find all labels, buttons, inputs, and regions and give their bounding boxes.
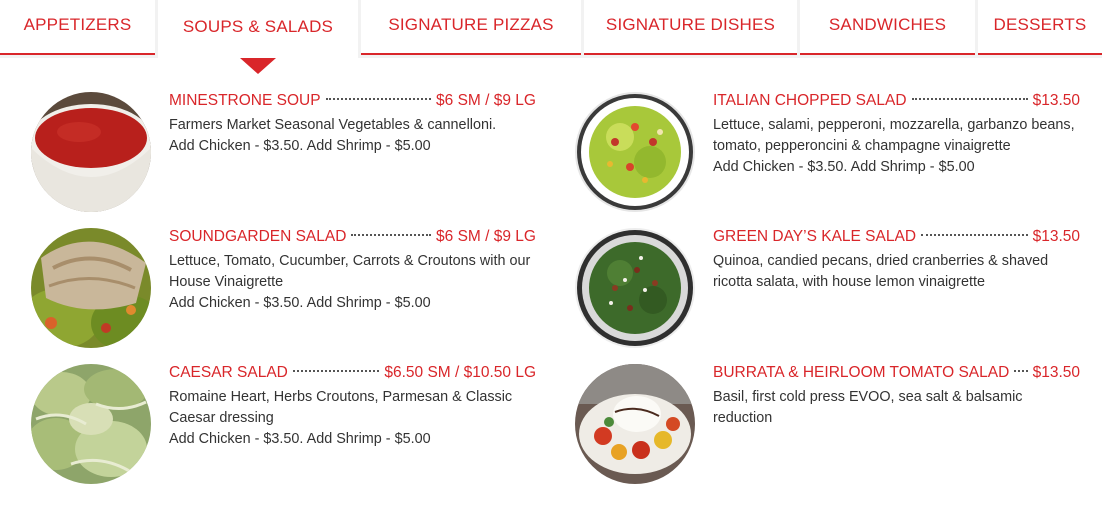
- dotted-leader: [1014, 370, 1028, 372]
- caesar-salad-photo: [31, 364, 151, 484]
- menu-item-info: SOUNDGARDEN SALAD $6 SM / $9 LG Lettuce,…: [169, 228, 536, 314]
- tab-desserts[interactable]: DESSERTS: [978, 0, 1102, 55]
- menu-item-info: BURRATA & HEIRLOOM TOMATO SALAD $13.50 B…: [713, 364, 1080, 429]
- menu-column-left: MINESTRONE SOUP $6 SM / $9 LG Farmers Ma…: [31, 92, 536, 500]
- item-description: Quinoa, candied pecans, dried cranberrie…: [713, 253, 1049, 290]
- item-description: Romaine Heart, Herbs Croutons, Parmesan …: [169, 389, 513, 426]
- tab-label: SIGNATURE PIZZAS: [388, 14, 554, 34]
- tab-sandwiches[interactable]: SANDWICHES: [800, 0, 975, 55]
- menu-item-info: CAESAR SALAD $6.50 SM / $10.50 LG Romain…: [169, 364, 536, 450]
- item-price: $13.50: [1032, 364, 1080, 381]
- soundgarden-salad-photo: [31, 228, 151, 348]
- menu-item: ITALIAN CHOPPED SALAD $13.50 Lettuce, sa…: [575, 92, 1080, 228]
- menu-item: CAESAR SALAD $6.50 SM / $10.50 LG Romain…: [31, 364, 536, 500]
- item-price: $6 SM / $9 LG: [436, 228, 536, 245]
- item-name: MINESTRONE SOUP: [169, 92, 321, 109]
- tab-label: SIGNATURE DISHES: [605, 14, 776, 34]
- item-name: ITALIAN CHOPPED SALAD: [713, 92, 907, 109]
- italian-chopped-salad-photo: [575, 92, 695, 212]
- kale-salad-photo: [575, 228, 695, 348]
- item-name: SOUNDGARDEN SALAD: [169, 228, 347, 245]
- burrata-salad-photo: [575, 364, 695, 484]
- item-addons: Add Chicken - $3.50. Add Shrimp - $5.00: [713, 159, 975, 175]
- item-price: $13.50: [1032, 92, 1080, 109]
- tab-soups-salads[interactable]: SOUPS & SALADS: [158, 0, 358, 74]
- dotted-leader: [911, 98, 1028, 100]
- menu-category-tabs: APPETIZERS SOUPS & SALADS SIGNATURE PIZZ…: [0, 0, 1102, 74]
- item-name: BURRATA & HEIRLOOM TOMATO SALAD: [713, 364, 1010, 381]
- menu-item: MINESTRONE SOUP $6 SM / $9 LG Farmers Ma…: [31, 92, 536, 228]
- menu-page: APPETIZERS SOUPS & SALADS SIGNATURE PIZZ…: [0, 0, 1102, 524]
- menu-item: BURRATA & HEIRLOOM TOMATO SALAD $13.50 B…: [575, 364, 1080, 500]
- dotted-leader: [325, 98, 432, 100]
- tab-signature-pizzas[interactable]: SIGNATURE PIZZAS: [361, 0, 581, 55]
- item-addons: Add Chicken - $3.50. Add Shrimp - $5.00: [169, 138, 431, 154]
- dotted-leader: [351, 234, 432, 236]
- menu-item: GREEN DAY’S KALE SALAD $13.50 Quinoa, ca…: [575, 228, 1080, 364]
- item-description: Lettuce, salami, pepperoni, mozzarella, …: [713, 117, 1075, 154]
- tab-label: DESSERTS: [993, 14, 1087, 34]
- item-description: Basil, first cold press EVOO, sea salt &…: [713, 389, 1023, 426]
- tab-label: SANDWICHES: [828, 14, 947, 34]
- item-addons: Add Chicken - $3.50. Add Shrimp - $5.00: [169, 295, 431, 311]
- dotted-leader: [292, 370, 380, 372]
- menu-column-right: ITALIAN CHOPPED SALAD $13.50 Lettuce, sa…: [575, 92, 1080, 500]
- menu-item-info: GREEN DAY’S KALE SALAD $13.50 Quinoa, ca…: [713, 228, 1080, 293]
- item-price: $13.50: [1032, 228, 1080, 245]
- dotted-leader: [921, 234, 1028, 236]
- item-price: $6 SM / $9 LG: [436, 92, 536, 109]
- active-tab-indicator-icon: [240, 58, 276, 74]
- tab-label: SOUPS & SALADS: [182, 17, 334, 36]
- minestrone-soup-photo: [31, 92, 151, 212]
- item-addons: Add Chicken - $3.50. Add Shrimp - $5.00: [169, 431, 431, 447]
- menu-item-info: ITALIAN CHOPPED SALAD $13.50 Lettuce, sa…: [713, 92, 1080, 178]
- tab-label: APPETIZERS: [23, 14, 132, 34]
- item-description: Lettuce, Tomato, Cucumber, Carrots & Cro…: [169, 253, 531, 290]
- item-price: $6.50 SM / $10.50 LG: [384, 364, 536, 381]
- tab-appetizers[interactable]: APPETIZERS: [0, 0, 155, 55]
- menu-item-info: MINESTRONE SOUP $6 SM / $9 LG Farmers Ma…: [169, 92, 536, 157]
- item-description: Farmers Market Seasonal Vegetables & can…: [169, 117, 497, 133]
- item-name: CAESAR SALAD: [169, 364, 288, 381]
- tab-signature-dishes[interactable]: SIGNATURE DISHES: [584, 0, 797, 55]
- item-name: GREEN DAY’S KALE SALAD: [713, 228, 917, 245]
- menu-item: SOUNDGARDEN SALAD $6 SM / $9 LG Lettuce,…: [31, 228, 536, 364]
